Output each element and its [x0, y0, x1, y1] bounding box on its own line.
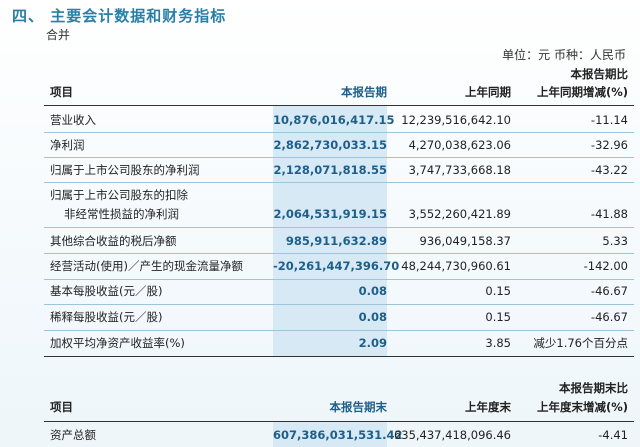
row-label: 其他综合收益的税后净额: [50, 234, 177, 248]
row-label: 归属于上市公司股东的净利润: [50, 163, 200, 177]
row-change: -142.00: [583, 259, 628, 273]
table-row: 净利润 2,862,730,033.15 4,270,038,623.06 -3…: [44, 133, 634, 157]
row-prior: 48,244,730,960.61: [401, 259, 511, 273]
table1-header-change: 上年同期增减(%): [536, 85, 628, 99]
table2-header-row: 项目 本报告期末 上年度末 上年度末增减(%): [44, 395, 634, 419]
table-row: 归属于上市公司股东的净利润 2,128,071,818.55 3,747,733…: [44, 158, 634, 182]
table-row: 营业收入 10,876,016,417.15 12,239,516,642.10…: [44, 108, 634, 132]
row-label: 净利润: [50, 138, 85, 152]
row-prior: 3.85: [485, 336, 511, 350]
table-row: 基本每股收益(元／股) 0.08 0.15 -46.67: [44, 279, 634, 303]
table1-header-prior: 上年同期: [465, 85, 511, 99]
row-prior: 3,747,733,668.18: [408, 163, 511, 177]
row-label-line2: 非经常性损益的净利润: [64, 207, 179, 221]
row-current: -20,261,447,396.70: [273, 259, 400, 273]
table-row: 稀释每股收益(元／股) 0.08 0.15 -46.67: [44, 305, 634, 329]
unit-currency-line: 单位：元 币种：人民币: [502, 48, 626, 62]
row-change: -43.22: [590, 163, 628, 177]
row-change: -46.67: [590, 284, 628, 298]
row-current: 985,911,632.89: [285, 234, 387, 248]
row-current: 0.08: [358, 284, 387, 298]
row-prior: 3,552,260,421.89: [408, 207, 511, 221]
row-divider: [44, 182, 634, 183]
table2-header-item: 项目: [50, 400, 73, 414]
row-change: -32.96: [590, 138, 628, 152]
row-prior: 635,437,418,096.46: [393, 428, 511, 442]
row-current: 2,862,730,033.15: [273, 138, 388, 152]
row-prior: 936,049,158.37: [419, 234, 511, 248]
row-current: 10,876,016,417.15: [273, 113, 395, 127]
row-label: 加权平均净资产收益率(%): [50, 336, 185, 350]
row-label: 营业收入: [50, 113, 96, 127]
row-label-line1: 归属于上市公司股东的扣除: [50, 188, 188, 202]
table2-change-header-top: 本报告期末比: [559, 381, 628, 395]
row-current: 2,064,531,919.15: [273, 207, 388, 221]
row-change: 减少1.76个百分点: [533, 336, 628, 350]
row-current: 2,128,071,818.55: [273, 163, 388, 177]
row-divider: [44, 227, 634, 228]
row-change: 5.33: [602, 234, 628, 248]
table-row: 加权平均净资产收益率(%) 2.09 3.85 减少1.76个百分点: [44, 331, 634, 355]
table2-header-prior: 上年度末: [465, 400, 511, 414]
row-label: 经营活动(使用)／产生的现金流量净额: [50, 259, 243, 273]
row-change: -41.88: [590, 207, 628, 221]
row-current: 607,386,031,531.42: [273, 428, 403, 442]
table-row: 资产总额 607,386,031,531.42 635,437,418,096.…: [44, 423, 634, 447]
table-row: 其他综合收益的税后净额 985,911,632.89 936,049,158.3…: [44, 229, 634, 253]
table-row: 经营活动(使用)／产生的现金流量净额 -20,261,447,396.70 48…: [44, 254, 634, 278]
row-change: -4.41: [598, 428, 628, 442]
row-prior: 0.15: [485, 284, 511, 298]
row-prior: 4,270,038,623.06: [408, 138, 511, 152]
row-current: 2.09: [358, 336, 387, 350]
report-page: 四、 主要会计数据和财务指标 合并 单位：元 币种：人民币 本报告期比 项目 本…: [0, 0, 640, 447]
table2-header-change: 上年度末增减(%): [536, 400, 628, 414]
section-subtitle: 合并: [46, 28, 71, 42]
row-current: 0.08: [358, 310, 387, 324]
row-change: -11.14: [590, 113, 628, 127]
row-label: 基本每股收益(元／股): [50, 284, 163, 298]
section-title: 四、 主要会计数据和财务指标: [12, 7, 227, 25]
row-change: -46.67: [590, 310, 628, 324]
table1-header-current: 本报告期: [341, 85, 387, 99]
table1-header-row: 项目 本报告期 上年同期 上年同期增减(%): [44, 80, 634, 104]
table1-header-item: 项目: [50, 85, 73, 99]
row-prior: 0.15: [485, 310, 511, 324]
table-row: 非经常性损益的净利润 2,064,531,919.15 3,552,260,42…: [44, 202, 634, 226]
table2-header-current: 本报告期末: [329, 400, 388, 414]
row-label: 资产总额: [50, 428, 96, 442]
table1-bottom-divider: [44, 356, 634, 357]
row-label: 稀释每股收益(元／股): [50, 310, 163, 324]
row-prior: 12,239,516,642.10: [401, 113, 511, 127]
